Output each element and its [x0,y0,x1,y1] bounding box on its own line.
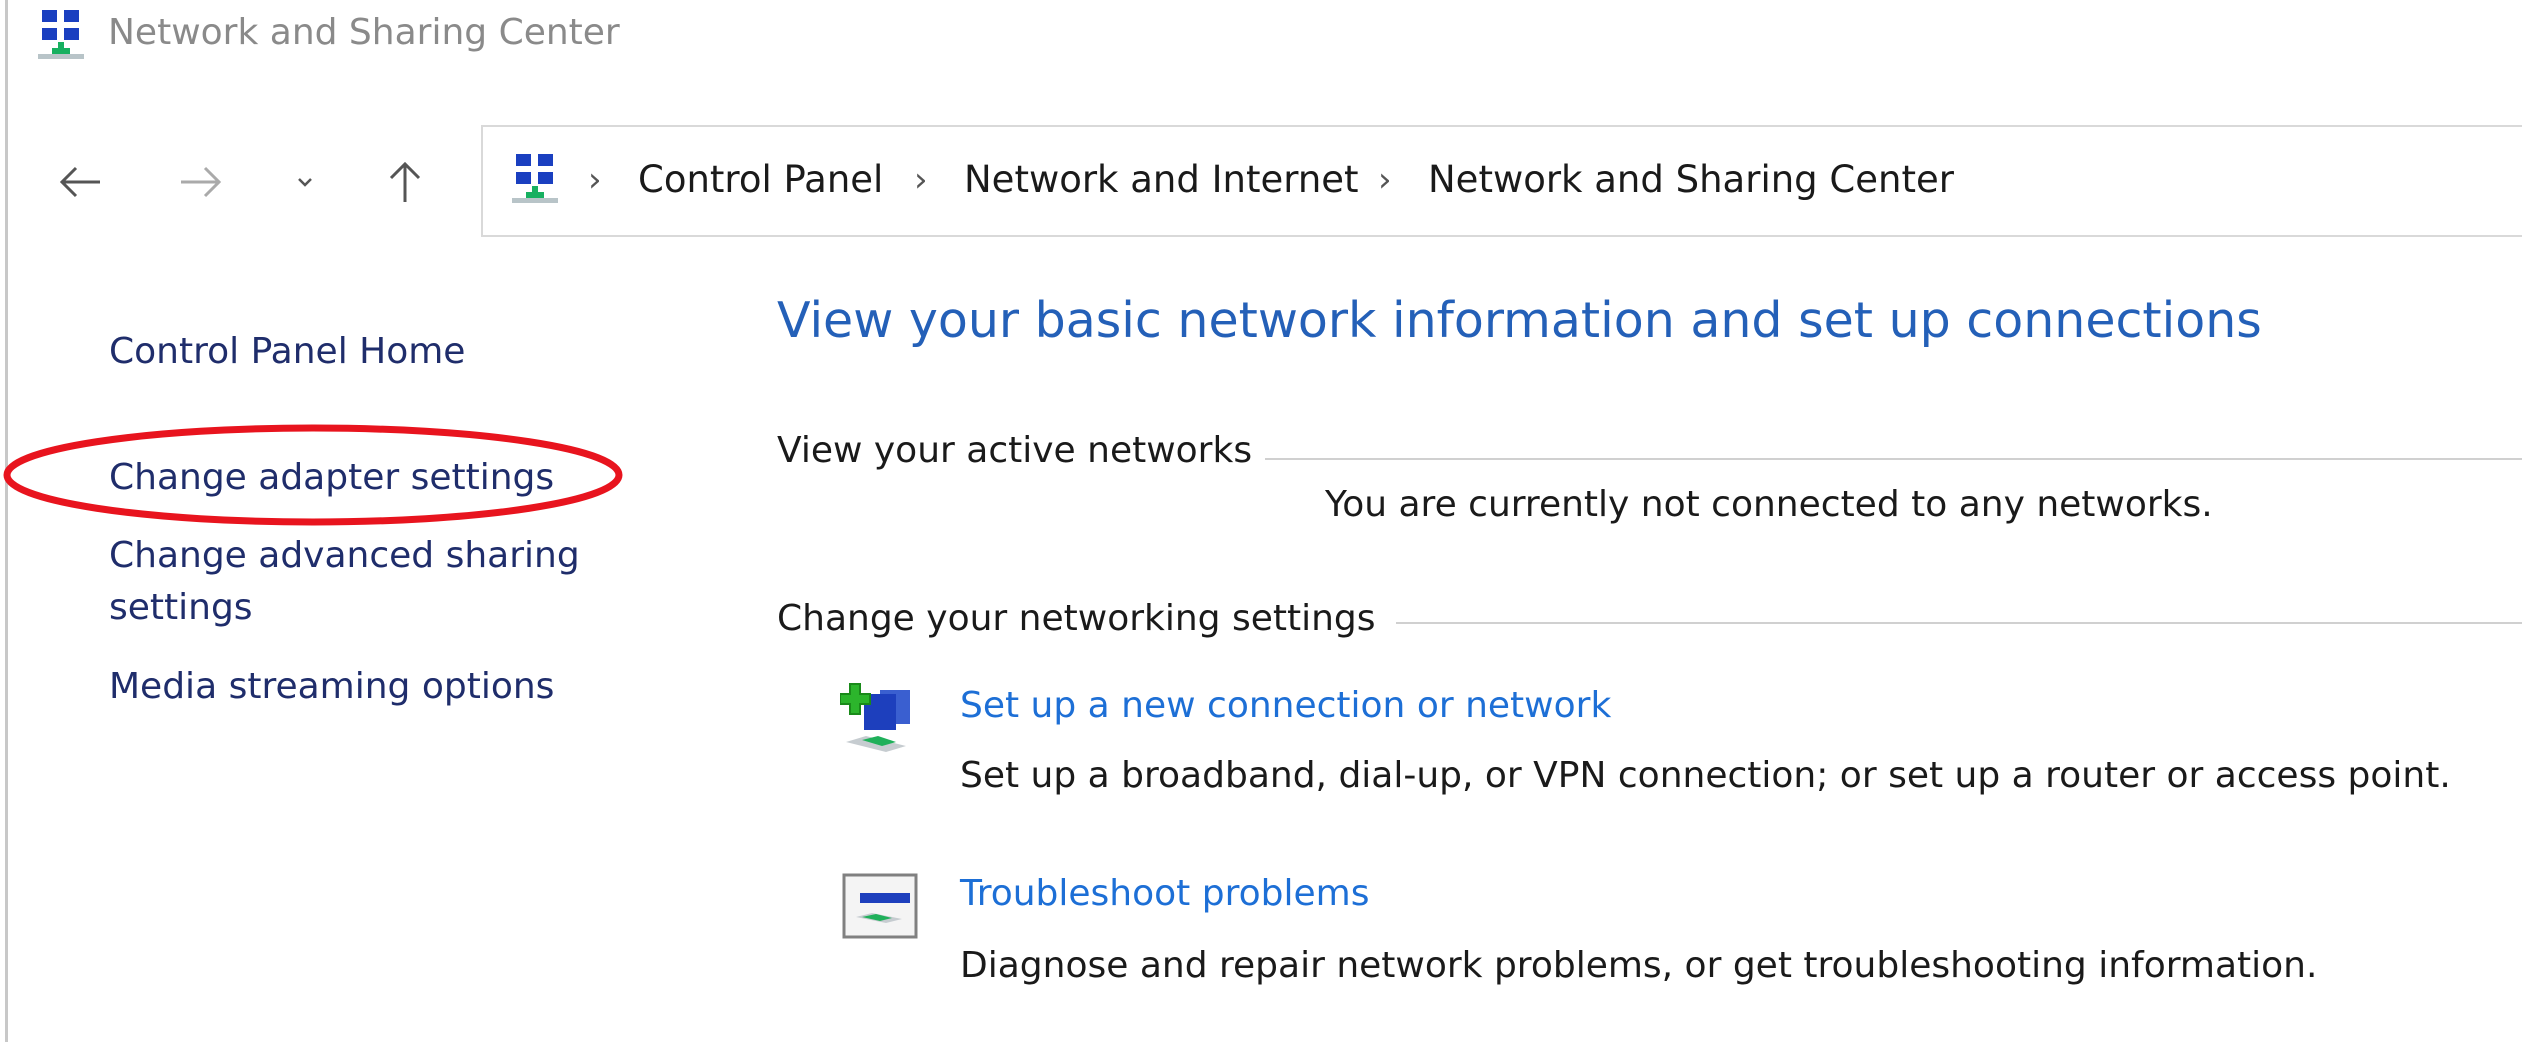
window-title: Network and Sharing Center [108,12,620,53]
back-button[interactable] [50,152,110,212]
sidebar-item-change-advanced-sharing-settings[interactable]: Change advanced sharing settings [109,530,629,634]
network-icon [38,10,84,59]
recent-locations-button[interactable] [275,152,335,212]
breadcrumb-network-and-internet[interactable]: Network and Internet [964,158,1359,201]
network-icon [512,154,558,203]
page-heading: View your basic network information and … [777,292,2262,349]
troubleshoot-icon [842,873,918,939]
active-networks-title: View your active networks [777,430,1253,471]
chevron-right-icon: › [1378,160,1392,200]
new-connection-icon [840,683,910,752]
chevron-right-icon: › [914,160,928,200]
breadcrumb-control-panel[interactable]: Control Panel [638,158,883,201]
chevron-down-icon [298,178,312,187]
active-networks-status: You are currently not connected to any n… [1325,484,2213,525]
setup-connection-link[interactable]: Set up a new connection or network [960,685,1611,726]
chevron-right-icon: › [588,160,602,200]
forward-button[interactable] [171,152,231,212]
networking-settings-title: Change your networking settings [777,598,1376,639]
sidebar-item-control-panel-home[interactable]: Control Panel Home [109,326,465,378]
breadcrumb-network-and-sharing-center[interactable]: Network and Sharing Center [1428,158,1954,201]
highlight-ellipse [3,424,623,526]
troubleshoot-link[interactable]: Troubleshoot problems [960,873,1369,914]
sidebar-item-media-streaming-options[interactable]: Media streaming options [109,661,554,713]
arrow-left-icon [59,166,100,198]
arrow-right-icon [181,166,222,198]
arrow-up-icon [389,161,421,202]
setup-connection-description: Set up a broadband, dial-up, or VPN conn… [960,755,2451,796]
troubleshoot-description: Diagnose and repair network problems, or… [960,945,2318,986]
divider [1396,622,2522,624]
divider [1265,458,2522,460]
up-button[interactable] [375,152,435,212]
